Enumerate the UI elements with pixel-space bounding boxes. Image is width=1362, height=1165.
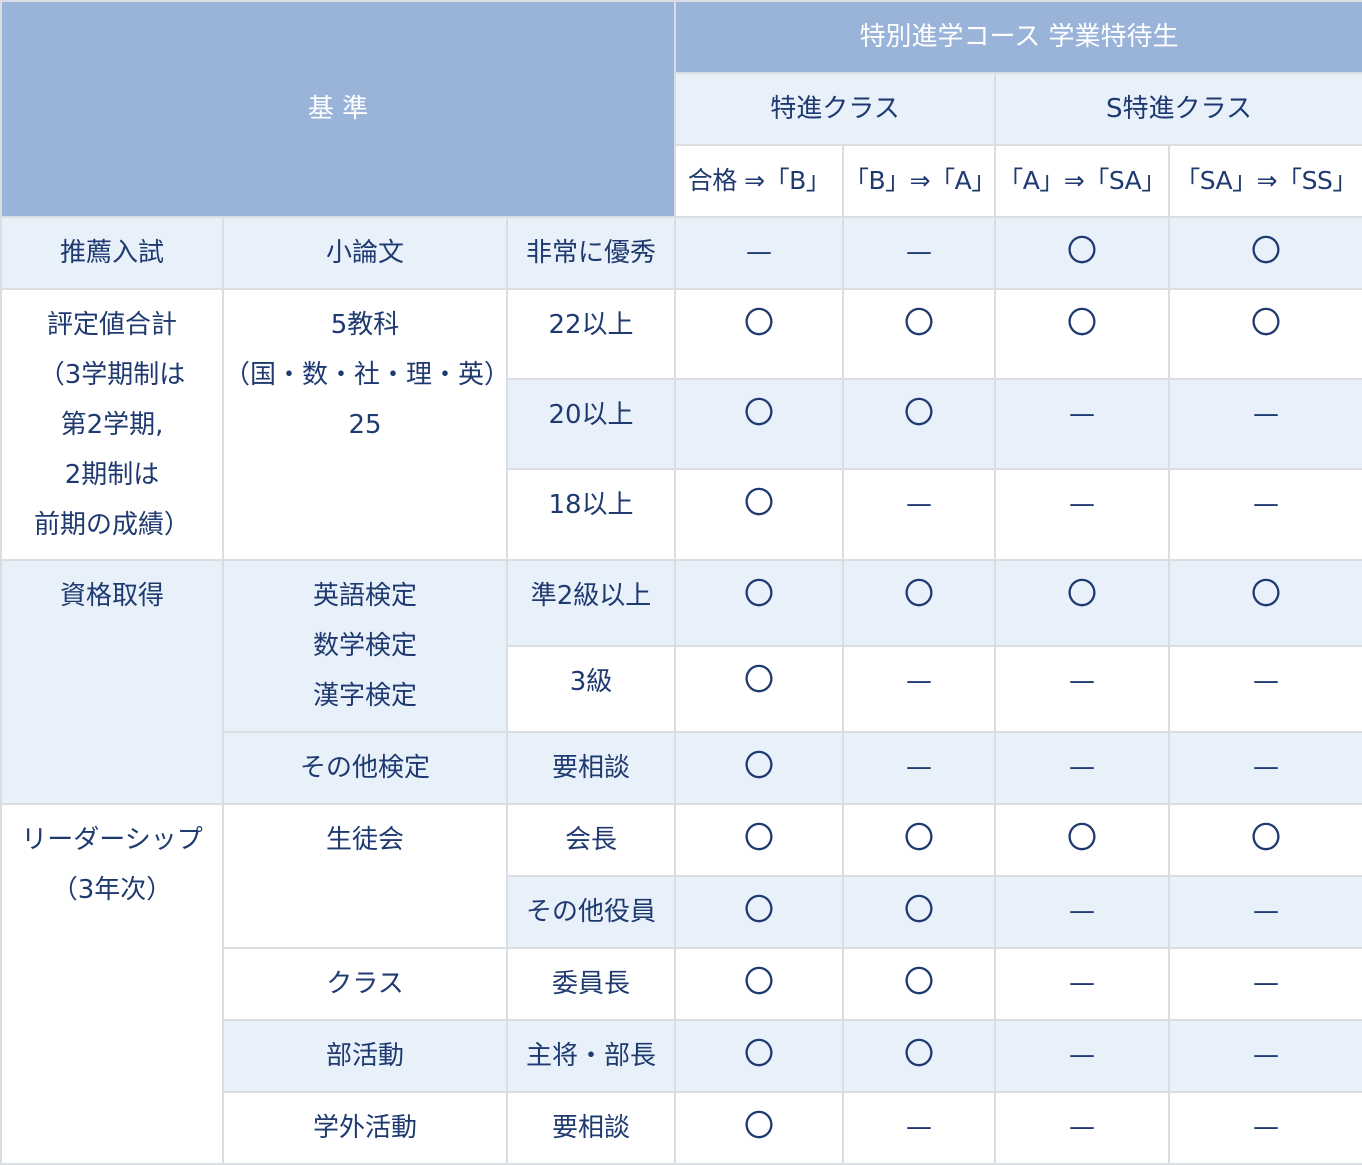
- mark-cell: —: [1253, 896, 1280, 926]
- category-label: 推薦入試: [59, 238, 164, 268]
- mark-cell: 〇: [1067, 821, 1098, 856]
- mark-cell: —: [746, 237, 773, 267]
- mark-cell: 〇: [904, 1037, 935, 1072]
- mark-cell: —: [1253, 399, 1280, 429]
- s-tokushin-class-header: S特進クラス: [994, 72, 1362, 146]
- criteria-header: 基 準: [0, 0, 677, 218]
- mark-cell: 〇: [744, 663, 775, 698]
- level-label: 非常に優秀: [526, 238, 657, 268]
- mark-cell: —: [1069, 968, 1096, 998]
- mark-cell: 〇: [1067, 577, 1098, 612]
- mark-cell: 〇: [744, 821, 775, 856]
- mark-cell: —: [906, 752, 933, 782]
- mark-cell: 〇: [904, 396, 935, 431]
- level-label: 要相談: [552, 753, 631, 783]
- col-header-b-a: 「B」⇒「A」: [842, 144, 996, 218]
- level-label: 3級: [569, 667, 613, 697]
- level-label: 準2級以上: [530, 581, 652, 611]
- mark-cell: —: [906, 237, 933, 267]
- level-label: 18以上: [548, 490, 634, 520]
- mark-cell: —: [1069, 896, 1096, 926]
- mark-cell: 〇: [1067, 234, 1098, 269]
- subcategory-label: 学外活動: [312, 1113, 417, 1143]
- level-label: その他役員: [526, 897, 657, 927]
- mark-cell: —: [906, 666, 933, 696]
- level-label: 20以上: [548, 400, 634, 430]
- mark-cell: 〇: [744, 749, 775, 784]
- mark-cell: 〇: [1251, 234, 1282, 269]
- mark-cell: 〇: [744, 965, 775, 1000]
- subcategory-label: 部活動: [325, 1041, 404, 1071]
- subcategory-label: 5教科 （国・数・社・理・英） 25: [224, 310, 511, 440]
- mark-cell: 〇: [904, 965, 935, 1000]
- mark-cell: 〇: [744, 1037, 775, 1072]
- tokushin-class-header: 特進クラス: [674, 72, 997, 146]
- mark-cell: 〇: [904, 306, 935, 341]
- category-label: 評定値合計 （3学期制は 第2学期, 2期制は 前期の成績）: [33, 310, 190, 540]
- subcategory-label: 生徒会: [325, 825, 404, 855]
- mark-cell: —: [1253, 1112, 1280, 1142]
- mark-cell: 〇: [1251, 306, 1282, 341]
- mark-cell: —: [1253, 1040, 1280, 1070]
- mark-cell: 〇: [744, 396, 775, 431]
- mark-cell: 〇: [1251, 577, 1282, 612]
- scholarship-criteria-table: 基 準 特別進学コース 学業特待生 特進クラス S特進クラス 合格 ⇒「B」 「…: [0, 0, 1362, 1165]
- col-header-a-sa: 「A」⇒「SA」: [994, 144, 1171, 218]
- mark-cell: 〇: [904, 821, 935, 856]
- mark-cell: 〇: [1067, 306, 1098, 341]
- mark-cell: 〇: [744, 486, 775, 521]
- mark-cell: —: [1069, 666, 1096, 696]
- level-label: 要相談: [552, 1113, 631, 1143]
- level-label: 主将・部長: [526, 1041, 657, 1071]
- mark-cell: —: [1069, 1112, 1096, 1142]
- subcategory-label: その他検定: [299, 753, 430, 783]
- subcategory-label: クラス: [326, 969, 404, 999]
- mark-cell: —: [1253, 489, 1280, 519]
- mark-cell: —: [1069, 1040, 1096, 1070]
- mark-cell: —: [1069, 399, 1096, 429]
- mark-cell: 〇: [904, 893, 935, 928]
- col-header-pass-b: 合格 ⇒「B」: [674, 144, 845, 218]
- table-row: 評定値合計 （3学期制は 第2学期, 2期制は 前期の成績） 5教科 （国・数・…: [0, 288, 1362, 561]
- mark-cell: 〇: [744, 306, 775, 341]
- table-row: 資格取得 英語検定 数学検定 漢字検定 準2級以上 〇 〇 〇 〇: [0, 559, 1362, 805]
- col-header-sa-ss: 「SA」⇒「SS」: [1168, 144, 1362, 218]
- mark-cell: 〇: [904, 577, 935, 612]
- mark-cell: 〇: [744, 893, 775, 928]
- level-label: 22以上: [548, 310, 634, 340]
- mark-cell: —: [1253, 666, 1280, 696]
- category-label: リーダーシップ （3年次）: [21, 825, 203, 905]
- mark-cell: 〇: [1251, 821, 1282, 856]
- level-label: 会長: [565, 825, 618, 855]
- mark-cell: —: [1069, 489, 1096, 519]
- mark-cell: —: [1253, 968, 1280, 998]
- mark-cell: —: [906, 489, 933, 519]
- level-label: 委員長: [552, 969, 631, 999]
- subcategory-label: 英語検定 数学検定 漢字検定: [312, 581, 417, 711]
- mark-cell: —: [906, 1112, 933, 1142]
- mark-cell: 〇: [744, 577, 775, 612]
- table-row: リーダーシップ （3年次） 生徒会 会長 〇 〇 〇 〇: [0, 803, 1362, 1165]
- category-label: 資格取得: [59, 581, 164, 611]
- subcategory-label: 小論文: [325, 238, 404, 268]
- mark-cell: —: [1253, 752, 1280, 782]
- table-row: 推薦入試 小論文 非常に優秀 — — 〇 〇: [0, 216, 1362, 290]
- mark-cell: 〇: [744, 1109, 775, 1144]
- course-header: 特別進学コース 学業特待生: [674, 0, 1362, 74]
- mark-cell: —: [1069, 752, 1096, 782]
